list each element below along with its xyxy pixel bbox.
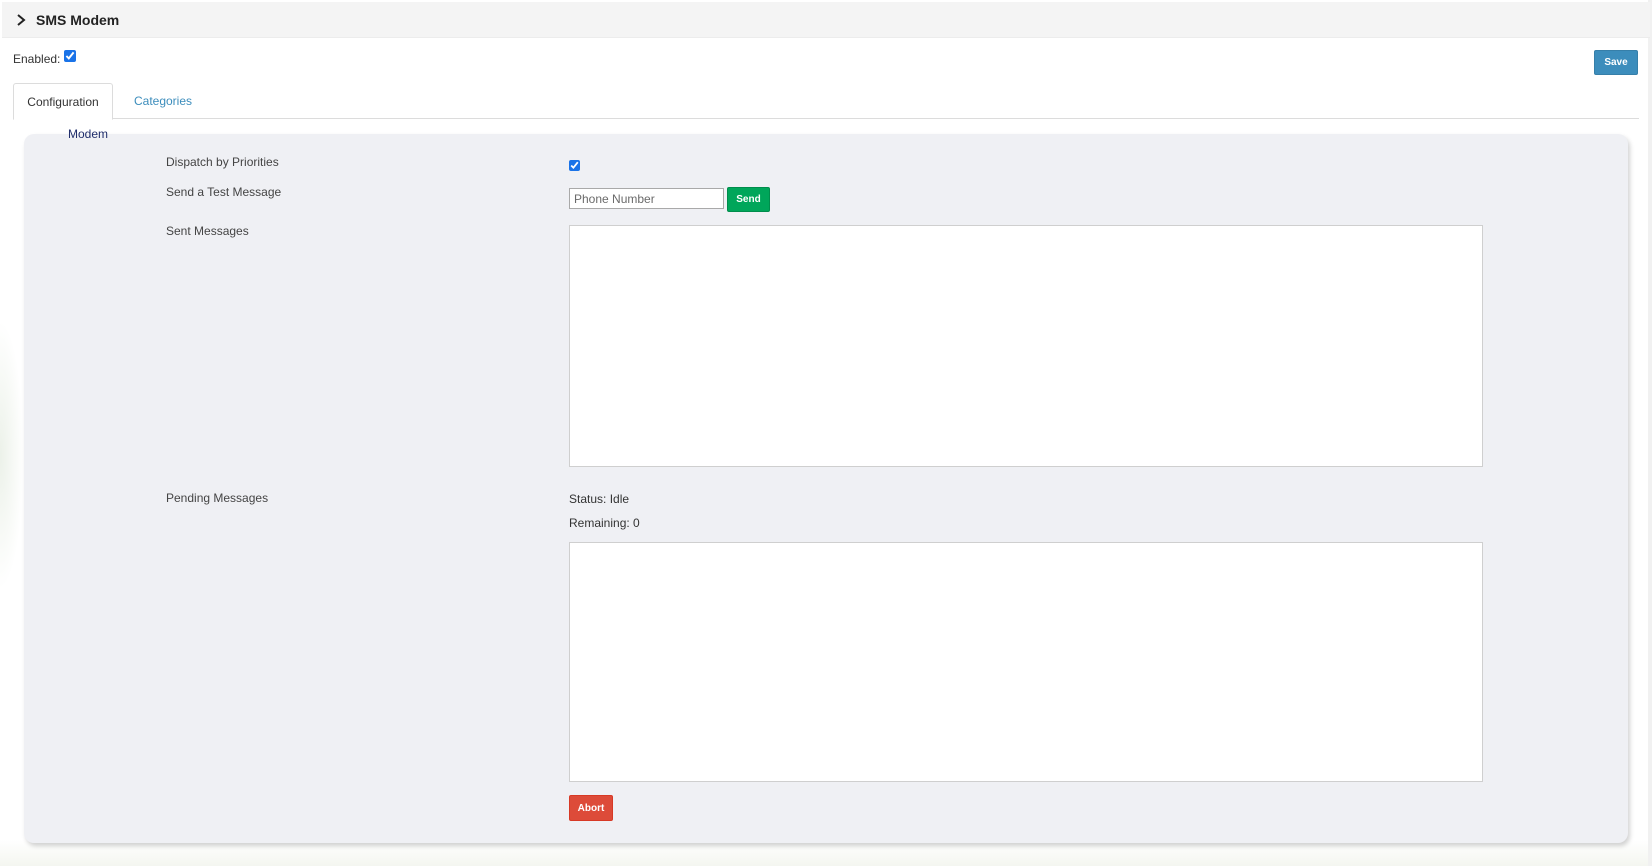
tab-categories[interactable]: Categories [119,83,207,119]
tab-configuration[interactable]: Configuration [13,83,113,120]
dispatch-label: Dispatch by Priorities [166,155,279,169]
abort-button[interactable]: Abort [569,795,613,821]
dispatch-by-priorities-checkbox[interactable] [569,160,580,171]
enabled-label: Enabled: [13,52,61,66]
chevron-right-icon[interactable] [14,13,28,27]
sent-messages-box[interactable] [569,225,1483,467]
enabled-checkbox[interactable] [64,50,77,62]
tab-bar: Configuration Categories [13,83,1639,120]
pending-messages-box[interactable] [569,542,1483,782]
background-bottom-fade [0,840,1652,866]
send-button[interactable]: Send [727,187,770,212]
page-title: SMS Modem [36,11,120,28]
remaining-text: Remaining: 0 [569,516,640,530]
phone-number-input[interactable] [569,188,724,209]
scrollbar-track[interactable] [1648,0,1652,866]
sms-modem-page: SMS Modem Enabled: Save Configuration Ca… [0,0,1652,866]
section-legend: Modem [68,127,109,141]
enabled-row: Enabled: [13,50,77,66]
save-button[interactable]: Save [1594,50,1638,75]
section-header[interactable]: SMS Modem [2,2,1650,38]
status-text: Status: Idle [569,492,630,506]
pending-messages-label: Pending Messages [166,491,269,505]
background-texture [0,320,24,590]
test-message-label: Send a Test Message [166,185,282,199]
sent-messages-label: Sent Messages [166,224,249,238]
